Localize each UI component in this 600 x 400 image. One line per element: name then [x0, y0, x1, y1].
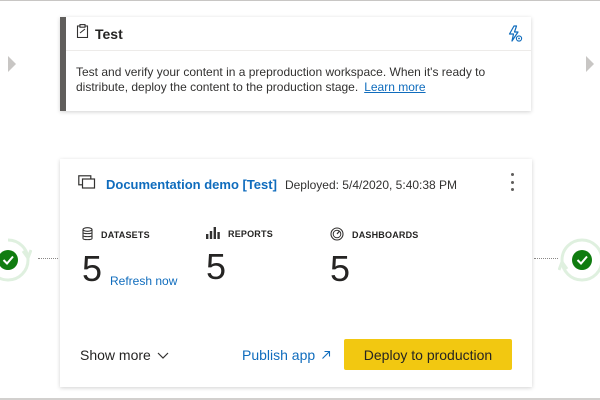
clipboard-icon	[76, 24, 89, 43]
reports-count: 5	[206, 246, 227, 287]
database-icon	[82, 227, 93, 243]
compare-status-left-icon[interactable]	[0, 236, 33, 289]
connector-line-left	[38, 258, 58, 259]
deployed-timestamp: Deployed: 5/4/2020, 5:40:38 PM	[284, 177, 458, 192]
bar-chart-icon	[206, 227, 220, 241]
next-stage-arrow-icon[interactable]	[586, 56, 594, 72]
gauge-icon	[330, 227, 344, 243]
stage-description: Test and verify your content in a prepro…	[76, 65, 486, 94]
dashboards-label: DASHBOARDS	[352, 230, 419, 240]
learn-more-link[interactable]: Learn more	[364, 80, 425, 94]
stage-header: Test	[66, 17, 531, 51]
reports-label: REPORTS	[228, 229, 273, 239]
refresh-now-link[interactable]: Refresh now	[110, 274, 177, 288]
top-divider	[0, 0, 600, 1]
publish-app-link[interactable]: Publish app	[242, 347, 331, 363]
reports-metric: REPORTS 5	[206, 227, 273, 287]
workspace-card: Documentation demo [Test] Deployed: 5/4/…	[60, 159, 532, 387]
chevron-down-icon	[151, 347, 169, 363]
previous-stage-arrow-icon[interactable]	[8, 56, 16, 72]
workspace-header: Documentation demo [Test] Deployed: 5/4/…	[78, 175, 457, 194]
workspace-icon	[78, 175, 96, 194]
stage-title: Test	[95, 25, 123, 42]
more-options-icon[interactable]	[506, 173, 518, 191]
deploy-to-production-button[interactable]: Deploy to production	[344, 339, 512, 370]
dashboards-metric: DASHBOARDS 5	[330, 227, 419, 289]
workspace-name-link[interactable]: Documentation demo [Test]	[106, 177, 277, 192]
compare-status-right-icon[interactable]	[557, 236, 600, 289]
show-more-button[interactable]: Show more	[80, 347, 169, 363]
datasets-label: DATASETS	[101, 230, 150, 240]
stage-card: Test Test and verify your content in a p…	[60, 17, 531, 111]
lightning-settings-icon[interactable]	[507, 25, 523, 48]
dashboards-count: 5	[330, 248, 351, 289]
connector-line-right	[534, 258, 558, 259]
external-arrow-icon	[315, 347, 331, 363]
